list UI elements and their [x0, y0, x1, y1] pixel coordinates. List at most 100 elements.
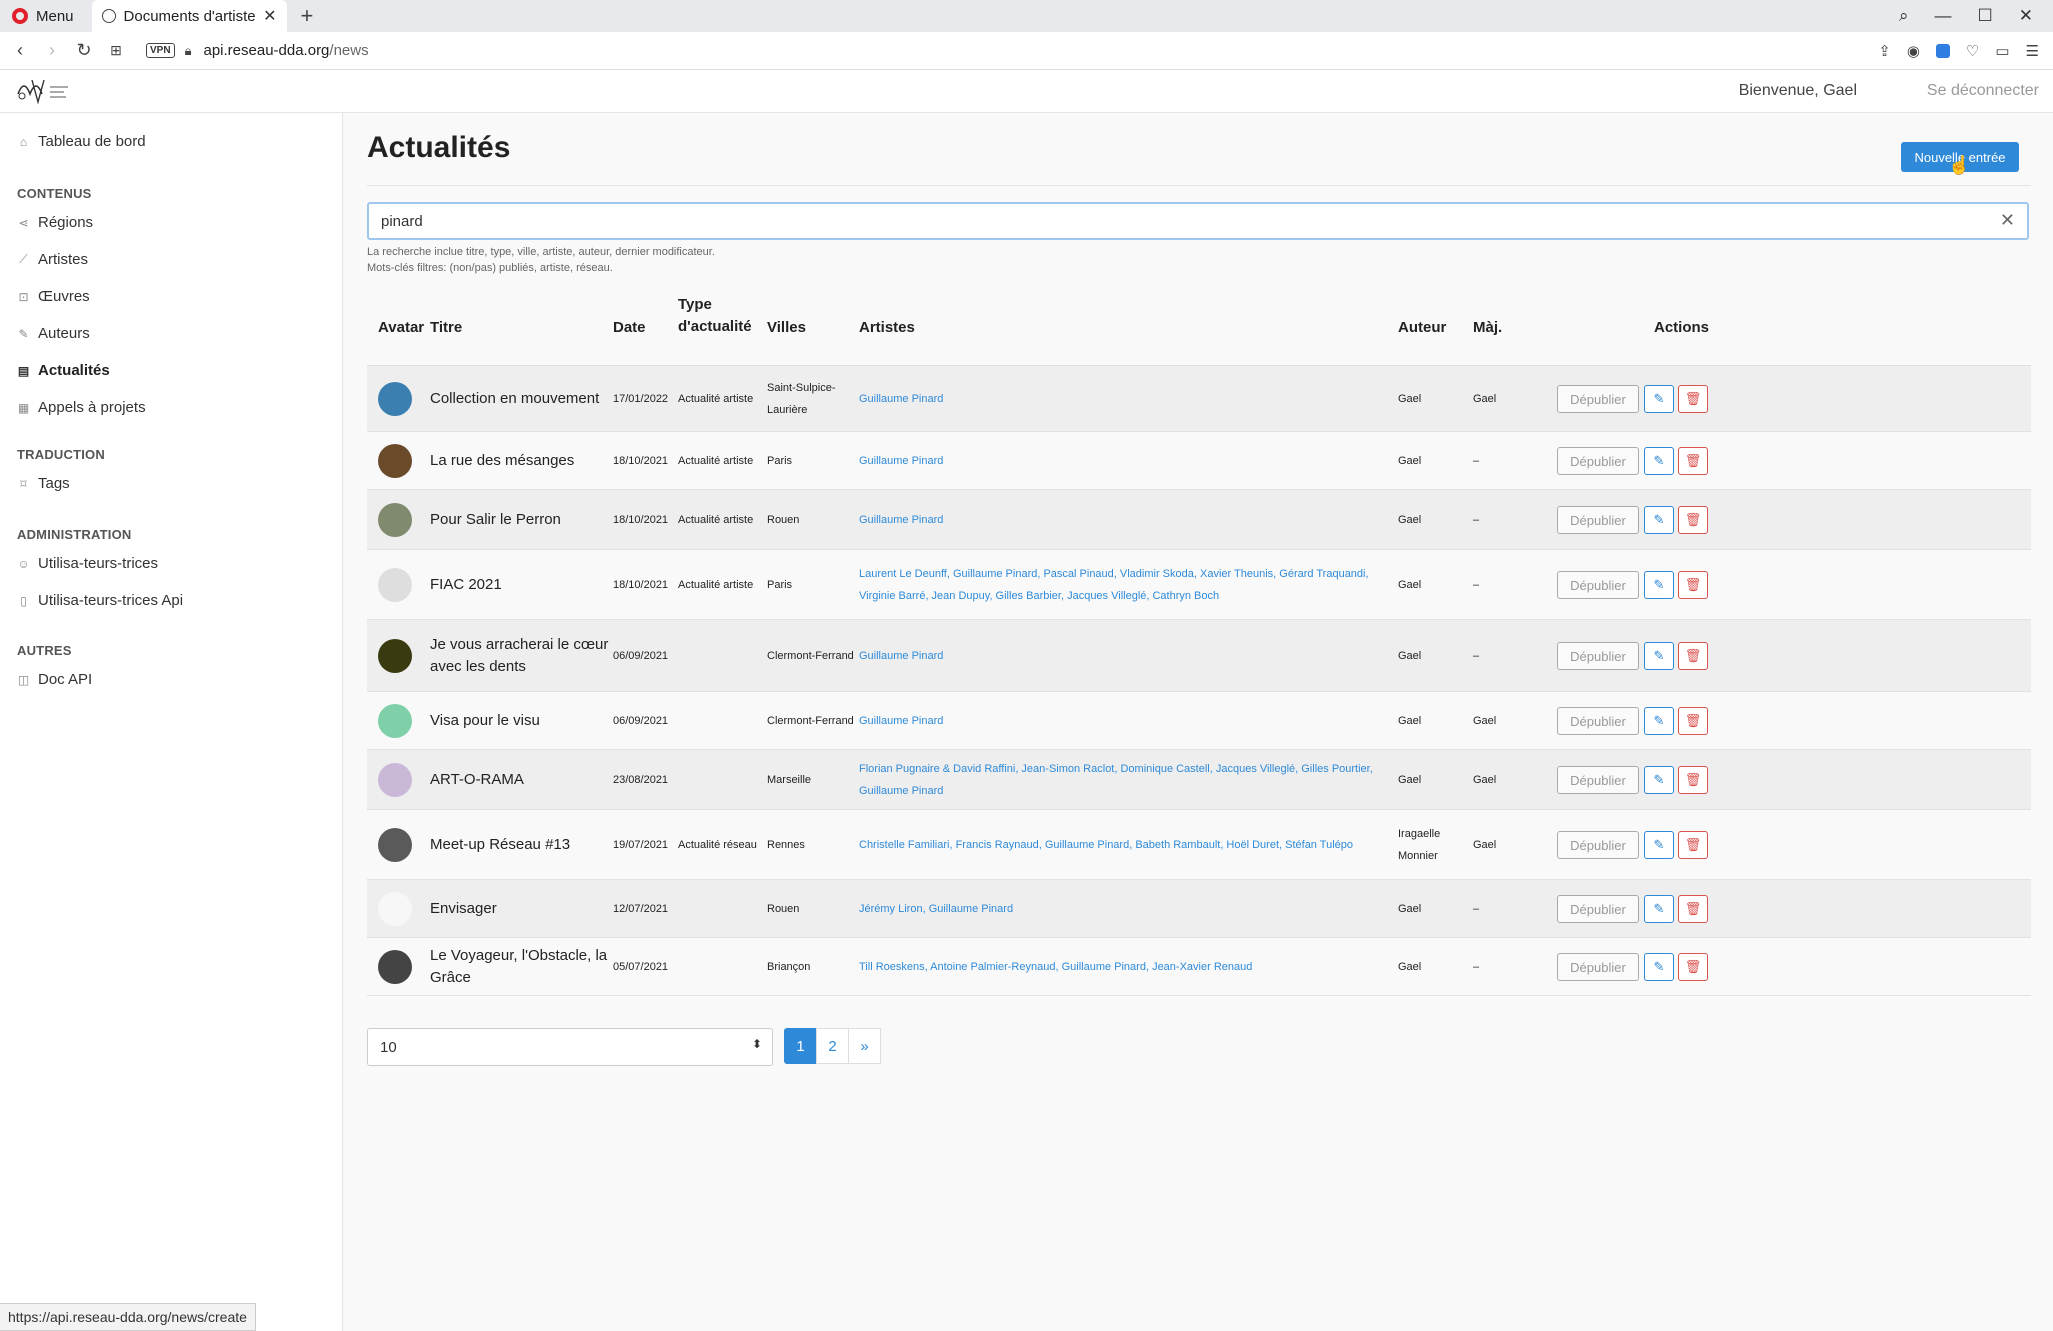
row-title[interactable]: Envisager	[430, 898, 620, 920]
row-title[interactable]: Meet-up Réseau #13	[430, 834, 620, 856]
next-page-button[interactable]: »	[848, 1028, 881, 1064]
row-artists[interactable]: Laurent Le Deunff, Guillaume Pinard, Pas…	[859, 563, 1394, 607]
row-title[interactable]: La rue des mésanges	[430, 450, 620, 472]
adblock-shield-icon[interactable]	[1935, 44, 1950, 58]
row-artists[interactable]: Guillaume Pinard	[859, 450, 1394, 472]
row-artists[interactable]: Jérémy Liron, Guillaume Pinard	[859, 898, 1394, 920]
trash-icon[interactable]: 🗑︎	[1678, 895, 1708, 923]
row-city: Clermont-Ferrand	[767, 715, 854, 727]
row-title[interactable]: Visa pour le visu	[430, 710, 620, 732]
trash-icon[interactable]: 🗑︎	[1678, 506, 1708, 534]
heart-icon[interactable]: ♡	[1966, 42, 1979, 60]
edit-icon[interactable]: ✎	[1644, 385, 1674, 413]
row-title[interactable]: Le Voyageur, l'Obstacle, la Grâce	[430, 945, 620, 989]
edit-icon[interactable]: ✎	[1644, 831, 1674, 859]
col-cities[interactable]: Villes	[767, 317, 806, 339]
trash-icon[interactable]: 🗑︎	[1678, 831, 1708, 859]
edit-icon[interactable]: ✎	[1644, 707, 1674, 735]
row-artists[interactable]: Guillaume Pinard	[859, 509, 1394, 531]
edit-icon[interactable]: ✎	[1644, 506, 1674, 534]
search-input[interactable]	[369, 204, 1969, 238]
row-city: Clermont-Ferrand	[767, 650, 854, 662]
col-date[interactable]: Date	[613, 317, 646, 339]
unpublish-button[interactable]: Dépublier	[1557, 707, 1639, 735]
row-title[interactable]: FIAC 2021	[430, 574, 620, 596]
edit-icon[interactable]: ✎	[1644, 571, 1674, 599]
browser-tab[interactable]: Documents d'artistes - A ✕	[91, 0, 287, 32]
row-artists[interactable]: Guillaume Pinard	[859, 645, 1394, 667]
edit-icon[interactable]: ✎	[1644, 642, 1674, 670]
unpublish-button[interactable]: Dépublier	[1557, 642, 1639, 670]
url-field[interactable]: api.reseau-dda.org/news	[203, 42, 368, 59]
unpublish-button[interactable]: Dépublier	[1557, 571, 1639, 599]
unpublish-button[interactable]: Dépublier	[1557, 766, 1639, 794]
col-title[interactable]: Titre	[430, 317, 462, 339]
page-2-button[interactable]: 2	[816, 1028, 849, 1064]
easy-setup-icon[interactable]: ☰	[2026, 42, 2039, 60]
sidebar-item-api-users[interactable]: ▯ Utilisa-teurs-trices Api	[17, 592, 183, 609]
edit-icon[interactable]: ✎	[1644, 766, 1674, 794]
sidebar-item-actualites[interactable]: ▤ Actualités	[17, 362, 110, 379]
sidebar-item-doc-api[interactable]: ◫ Doc API	[17, 671, 92, 688]
minimize-icon[interactable]: —	[1935, 6, 1952, 26]
tab-close-icon[interactable]: ✕	[263, 6, 276, 26]
sidebar-item-auteurs[interactable]: ✎ Auteurs	[17, 325, 89, 342]
sidebar-item-artistes[interactable]: ⟋ Artistes	[17, 251, 88, 268]
col-type[interactable]: Type d'actualité	[678, 294, 752, 338]
logout-link[interactable]: Se déconnecter	[1927, 82, 2039, 100]
share-icon[interactable]: ⇪	[1878, 42, 1891, 60]
maximize-icon[interactable]: ☐	[1978, 6, 1993, 26]
browser-menu-button[interactable]: Menu	[0, 0, 86, 32]
trash-icon[interactable]: 🗑︎	[1678, 385, 1708, 413]
sidebar-item-appels[interactable]: ▦ Appels à projets	[17, 399, 146, 416]
sidebar-item-oeuvres[interactable]: ⊡ Œuvres	[17, 288, 89, 305]
unpublish-button[interactable]: Dépublier	[1557, 447, 1639, 475]
vpn-badge[interactable]: VPN	[146, 43, 175, 58]
edit-icon[interactable]: ✎	[1644, 953, 1674, 981]
sidebar-item-label: Artistes	[38, 251, 89, 268]
sidebar-item-dashboard[interactable]: ⌂ Tableau de bord	[17, 133, 146, 150]
per-page-select[interactable]: 10 ⬍	[367, 1028, 773, 1066]
row-title[interactable]: Je vous arracherai le cœur avec les dent…	[430, 634, 620, 678]
dda-logo[interactable]	[14, 74, 78, 106]
row-artists[interactable]: Florian Pugnaire & David Raffini, Jean-S…	[859, 758, 1394, 802]
row-artists[interactable]: Till Roeskens, Antoine Palmier-Reynaud, …	[859, 956, 1394, 978]
row-artists[interactable]: Guillaume Pinard	[859, 388, 1394, 410]
trash-icon[interactable]: 🗑︎	[1678, 571, 1708, 599]
edit-icon[interactable]: ✎	[1644, 447, 1674, 475]
forward-icon[interactable]: ›	[36, 40, 68, 61]
col-artists[interactable]: Artistes	[859, 317, 915, 339]
trash-icon[interactable]: 🗑︎	[1678, 766, 1708, 794]
col-updated[interactable]: Màj.	[1473, 317, 1502, 339]
row-title[interactable]: Pour Salir le Perron	[430, 509, 620, 531]
sidebar-item-users[interactable]: ☺ Utilisa-teurs-trices	[17, 555, 158, 572]
clear-search-icon[interactable]: ✕	[2000, 210, 2015, 231]
edit-icon[interactable]: ✎	[1644, 895, 1674, 923]
unpublish-button[interactable]: Dépublier	[1557, 385, 1639, 413]
unpublish-button[interactable]: Dépublier	[1557, 953, 1639, 981]
sidebar-item-tags[interactable]: ⌑ Tags	[17, 475, 69, 492]
reload-icon[interactable]: ↻	[68, 40, 100, 61]
row-artists[interactable]: Christelle Familiari, Francis Raynaud, G…	[859, 834, 1394, 856]
lock-icon[interactable]: 🔒︎	[185, 43, 192, 59]
camera-icon[interactable]: ◉	[1907, 42, 1920, 60]
trash-icon[interactable]: 🗑︎	[1678, 707, 1708, 735]
back-icon[interactable]: ‹	[4, 40, 36, 61]
trash-icon[interactable]: 🗑︎	[1678, 642, 1708, 670]
row-title[interactable]: Collection en mouvement	[430, 388, 620, 410]
trash-icon[interactable]: 🗑︎	[1678, 447, 1708, 475]
page-1-button[interactable]: 1	[784, 1028, 817, 1064]
unpublish-button[interactable]: Dépublier	[1557, 831, 1639, 859]
unpublish-button[interactable]: Dépublier	[1557, 506, 1639, 534]
close-window-icon[interactable]: ✕	[2019, 6, 2033, 26]
browser-search-icon[interactable]: ⌕	[1899, 6, 1909, 26]
trash-icon[interactable]: 🗑︎	[1678, 953, 1708, 981]
row-artists[interactable]: Guillaume Pinard	[859, 710, 1394, 732]
unpublish-button[interactable]: Dépublier	[1557, 895, 1639, 923]
new-tab-icon[interactable]: +	[301, 3, 314, 29]
sidebar-item-regions[interactable]: ⋖ Régions	[17, 214, 93, 231]
col-author[interactable]: Auteur	[1398, 317, 1446, 339]
battery-icon[interactable]: ▭	[1995, 42, 2009, 60]
row-title[interactable]: ART-O-RAMA	[430, 769, 620, 791]
tabs-grid-icon[interactable]: ⊞	[100, 42, 132, 59]
